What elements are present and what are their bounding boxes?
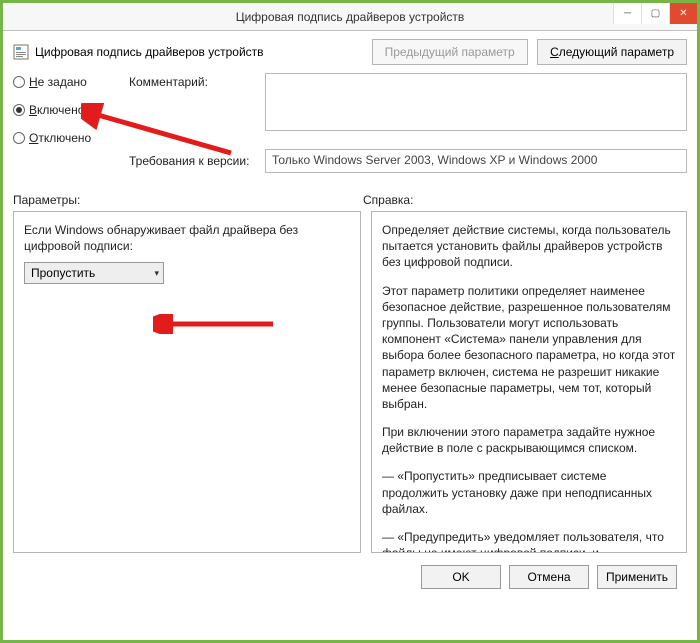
comment-textarea[interactable] [265, 73, 687, 131]
radio-disabled-rest: тключено [38, 131, 91, 145]
comment-label: Комментарий: [129, 73, 259, 89]
help-p2: Этот параметр политики определяет наимен… [382, 283, 676, 413]
close-button[interactable]: ✕ [669, 3, 697, 24]
cancel-button[interactable]: Отмена [509, 565, 589, 589]
radio-icon [13, 76, 25, 88]
next-btn-rest: ледующий параметр [559, 45, 674, 59]
param-description: Если Windows обнаруживает файл драйвера … [24, 222, 350, 254]
state-radio-group: Не задано Включено Отключено [13, 73, 123, 145]
action-dropdown[interactable]: Пропустить ▾ [24, 262, 164, 284]
header-row: Цифровая подпись драйверов устройств Пре… [13, 39, 687, 65]
radio-not-set-u: Н [29, 75, 38, 89]
help-panel: Определяет действие системы, когда польз… [371, 211, 687, 553]
help-label: Справка: [363, 193, 413, 207]
prev-param-button[interactable]: Предыдущий параметр [372, 39, 528, 65]
radio-icon [13, 104, 25, 116]
maximize-button[interactable]: ▢ [641, 3, 669, 24]
apply-button[interactable]: Применить [597, 565, 677, 589]
help-p3: При включении этого параметра задайте ну… [382, 424, 676, 456]
title-bar: Цифровая подпись драйверов устройств ─ ▢… [3, 3, 697, 31]
window-title: Цифровая подпись драйверов устройств [236, 10, 465, 24]
radio-icon [13, 132, 25, 144]
radio-enabled-rest: ключено [37, 103, 84, 117]
radio-enabled[interactable]: Включено [13, 103, 123, 117]
help-p1: Определяет действие системы, когда польз… [382, 222, 676, 271]
params-label: Параметры: [13, 193, 363, 207]
chevron-down-icon: ▾ [154, 268, 159, 279]
policy-icon [13, 44, 29, 60]
radio-enabled-u: В [29, 103, 37, 117]
next-btn-underline: С [550, 45, 559, 59]
params-panel: Если Windows обнаруживает файл драйвера … [13, 211, 361, 553]
radio-disabled[interactable]: Отключено [13, 131, 123, 145]
requirements-label: Требования к версии: [129, 154, 259, 168]
dialog-footer: OK Отмена Применить [13, 557, 687, 589]
dropdown-value: Пропустить [31, 266, 95, 280]
header-subtitle: Цифровая подпись драйверов устройств [35, 45, 264, 59]
next-param-button[interactable]: Следующий параметр [537, 39, 687, 65]
requirements-value: Только Windows Server 2003, Windows XP и… [265, 149, 687, 173]
radio-disabled-u: О [29, 131, 38, 145]
ok-button[interactable]: OK [421, 565, 501, 589]
radio-not-configured[interactable]: Не задано [13, 75, 123, 89]
help-p4: — «Пропустить» предписывает системе прод… [382, 468, 676, 517]
minimize-button[interactable]: ─ [613, 3, 641, 24]
radio-not-set-rest: е задано [38, 75, 87, 89]
window-controls: ─ ▢ ✕ [613, 3, 697, 24]
help-p5: — «Предупредить» уведомляет пользователя… [382, 529, 676, 553]
